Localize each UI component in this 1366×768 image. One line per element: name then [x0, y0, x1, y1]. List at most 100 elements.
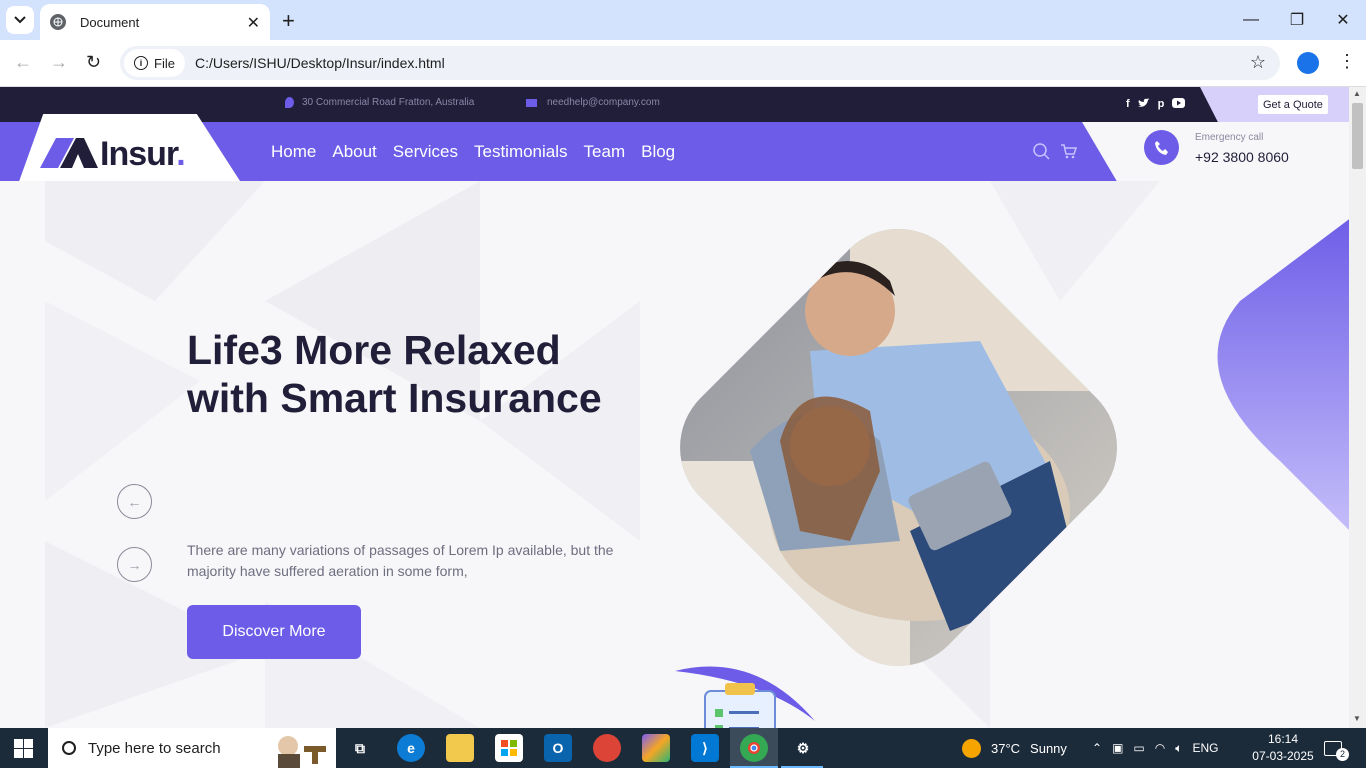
nav-about[interactable]: About — [332, 142, 376, 162]
microsoft-store-icon[interactable] — [495, 734, 523, 762]
profile-avatar-icon[interactable] — [1297, 52, 1319, 74]
emergency-call-number[interactable]: +92 3800 8060 — [1195, 149, 1289, 165]
address-text: 30 Commercial Road Fratton, Australia — [302, 97, 475, 108]
volume-muted-icon[interactable]: 🔈︎ — [1175, 741, 1182, 756]
email-link[interactable]: needhelp@company.com — [547, 97, 660, 108]
browser-tab[interactable]: Document ✕ — [40, 4, 270, 40]
hero-title-line-2: with Smart Insurance — [187, 375, 602, 421]
edge-browser-icon[interactable]: e — [397, 734, 425, 762]
outlook-icon[interactable]: O — [544, 734, 572, 762]
notification-badge: 2 — [1336, 747, 1349, 761]
tray-meet-icon[interactable]: ▣ — [1112, 741, 1123, 755]
social-links: f p — [1126, 98, 1186, 111]
windows-taskbar: Type here to search ⧉ e O ⟩ ⚙ 37°C Sunny… — [0, 728, 1366, 768]
discover-more-button[interactable]: Discover More — [187, 605, 361, 659]
windows-start-icon[interactable] — [14, 739, 33, 758]
back-button[interactable]: ← — [14, 52, 32, 73]
window-close-button[interactable]: ✕ — [1320, 0, 1366, 40]
nav-home[interactable]: Home — [271, 142, 316, 162]
chrome-profile-icon[interactable] — [593, 734, 621, 762]
pinterest-icon[interactable]: p — [1158, 98, 1165, 111]
vscode-icon[interactable]: ⟩ — [691, 734, 719, 762]
restore-button[interactable]: ❐ — [1274, 0, 1320, 40]
taskbar-search-box[interactable]: Type here to search — [48, 728, 336, 768]
site-logo[interactable]: Insur. — [100, 135, 186, 174]
forward-button[interactable]: → — [50, 52, 68, 73]
logo-mark-icon[interactable] — [40, 138, 98, 168]
notification-center-icon[interactable]: 2 — [1324, 728, 1349, 768]
battery-icon[interactable]: ▭ — [1133, 741, 1144, 755]
address-info: 30 Commercial Road Fratton, Australia — [285, 97, 474, 108]
prev-slide-button[interactable]: ← — [117, 484, 152, 519]
settings-gear-icon[interactable]: ⚙ — [789, 734, 817, 762]
weather-widget[interactable]: 37°C Sunny — [962, 728, 1067, 768]
scroll-up-arrow-icon[interactable]: ▲ — [1353, 89, 1361, 98]
search-highlight-illustration — [278, 736, 326, 768]
search-icon[interactable] — [1033, 143, 1050, 160]
weather-desc: Sunny — [1030, 740, 1067, 756]
hero-description: There are many variations of passages of… — [187, 542, 614, 579]
scroll-thumb[interactable] — [1352, 103, 1363, 169]
get-quote-button[interactable]: Get a Quote — [1258, 95, 1328, 114]
twitter-icon[interactable] — [1137, 98, 1150, 111]
tab-title: Document — [80, 14, 140, 30]
header-icons — [1033, 143, 1077, 160]
url-text[interactable]: C:/Users/ISHU/Desktop/Insur/index.html — [195, 55, 445, 71]
phone-icon[interactable] — [1144, 130, 1179, 165]
globe-icon — [50, 14, 66, 30]
search-placeholder: Type here to search — [88, 739, 221, 757]
wifi-icon[interactable]: ◠ — [1155, 741, 1165, 755]
hero-section: Life3 More Relaxed with Smart Insurance … — [0, 181, 1349, 728]
hero-photo — [651, 211, 1140, 691]
reload-button[interactable]: ↻ — [86, 52, 101, 73]
mail-icon — [526, 98, 537, 107]
youtube-icon[interactable] — [1172, 98, 1186, 111]
emergency-call-label: Emergency call — [1195, 132, 1264, 143]
next-slide-button[interactable]: → — [117, 547, 152, 582]
bookmark-star-icon[interactable]: ☆ — [1250, 52, 1266, 73]
web-page: 30 Commercial Road Fratton, Australia ne… — [0, 87, 1349, 728]
scroll-down-arrow-icon[interactable]: ▼ — [1353, 714, 1361, 723]
browser-menu-icon[interactable]: ⋮ — [1338, 51, 1356, 72]
nav-testimonials[interactable]: Testimonials — [474, 142, 568, 162]
info-icon: i — [134, 56, 148, 70]
address-toolbar: ← → ↻ i File C:/Users/ISHU/Desktop/Insur… — [0, 40, 1366, 87]
sun-icon — [962, 738, 981, 758]
site-info-chip[interactable]: i File — [124, 49, 185, 77]
search-icon — [62, 741, 76, 755]
decorative-purple-shape — [1217, 219, 1349, 530]
top-info-bar: 30 Commercial Road Fratton, Australia ne… — [0, 87, 1349, 122]
main-menu: Home About Services Testimonials Team Bl… — [271, 142, 675, 162]
new-tab-button[interactable]: + — [282, 8, 295, 34]
page-scrollbar[interactable]: ▲ ▼ — [1349, 87, 1366, 728]
weather-temp: 37°C — [991, 740, 1021, 756]
file-label: File — [154, 55, 175, 71]
tab-search-button[interactable] — [6, 6, 34, 34]
language-indicator[interactable]: ENG — [1192, 741, 1218, 755]
location-pin-icon — [285, 97, 294, 108]
system-tray: ⌃ ▣ ▭ ◠ 🔈︎ ENG — [1092, 728, 1218, 768]
logo-dot: . — [176, 135, 186, 173]
hero-title-line-1: Life3 More Relaxed — [187, 327, 561, 373]
chevron-down-icon — [14, 16, 26, 24]
file-explorer-icon[interactable] — [446, 734, 474, 762]
copilot-icon[interactable] — [642, 734, 670, 762]
close-tab-icon[interactable]: ✕ — [247, 13, 260, 33]
omnibox[interactable]: i File C:/Users/ISHU/Desktop/Insur/index… — [120, 46, 1280, 80]
task-view-icon[interactable]: ⧉ — [346, 734, 374, 762]
cart-icon[interactable] — [1060, 143, 1077, 160]
nav-services[interactable]: Services — [393, 142, 458, 162]
browser-tab-strip: Document ✕ + — ❐ ✕ — [0, 0, 1366, 40]
nav-team[interactable]: Team — [584, 142, 626, 162]
nav-blog[interactable]: Blog — [641, 142, 675, 162]
taskbar-clock[interactable]: 16:14 07-03-2025 — [1248, 731, 1318, 765]
insurance-umbrella-icon — [675, 666, 815, 728]
chrome-icon[interactable] — [740, 734, 768, 762]
clock-time: 16:14 — [1267, 732, 1299, 746]
email-info: needhelp@company.com — [526, 97, 660, 108]
hero-title: Life3 More Relaxed with Smart Insurance — [187, 326, 602, 422]
facebook-icon[interactable]: f — [1126, 98, 1130, 111]
minimize-button[interactable]: — — [1228, 0, 1274, 40]
tray-chevron-up-icon[interactable]: ⌃ — [1092, 741, 1102, 755]
clock-date: 07-03-2025 — [1252, 749, 1314, 763]
